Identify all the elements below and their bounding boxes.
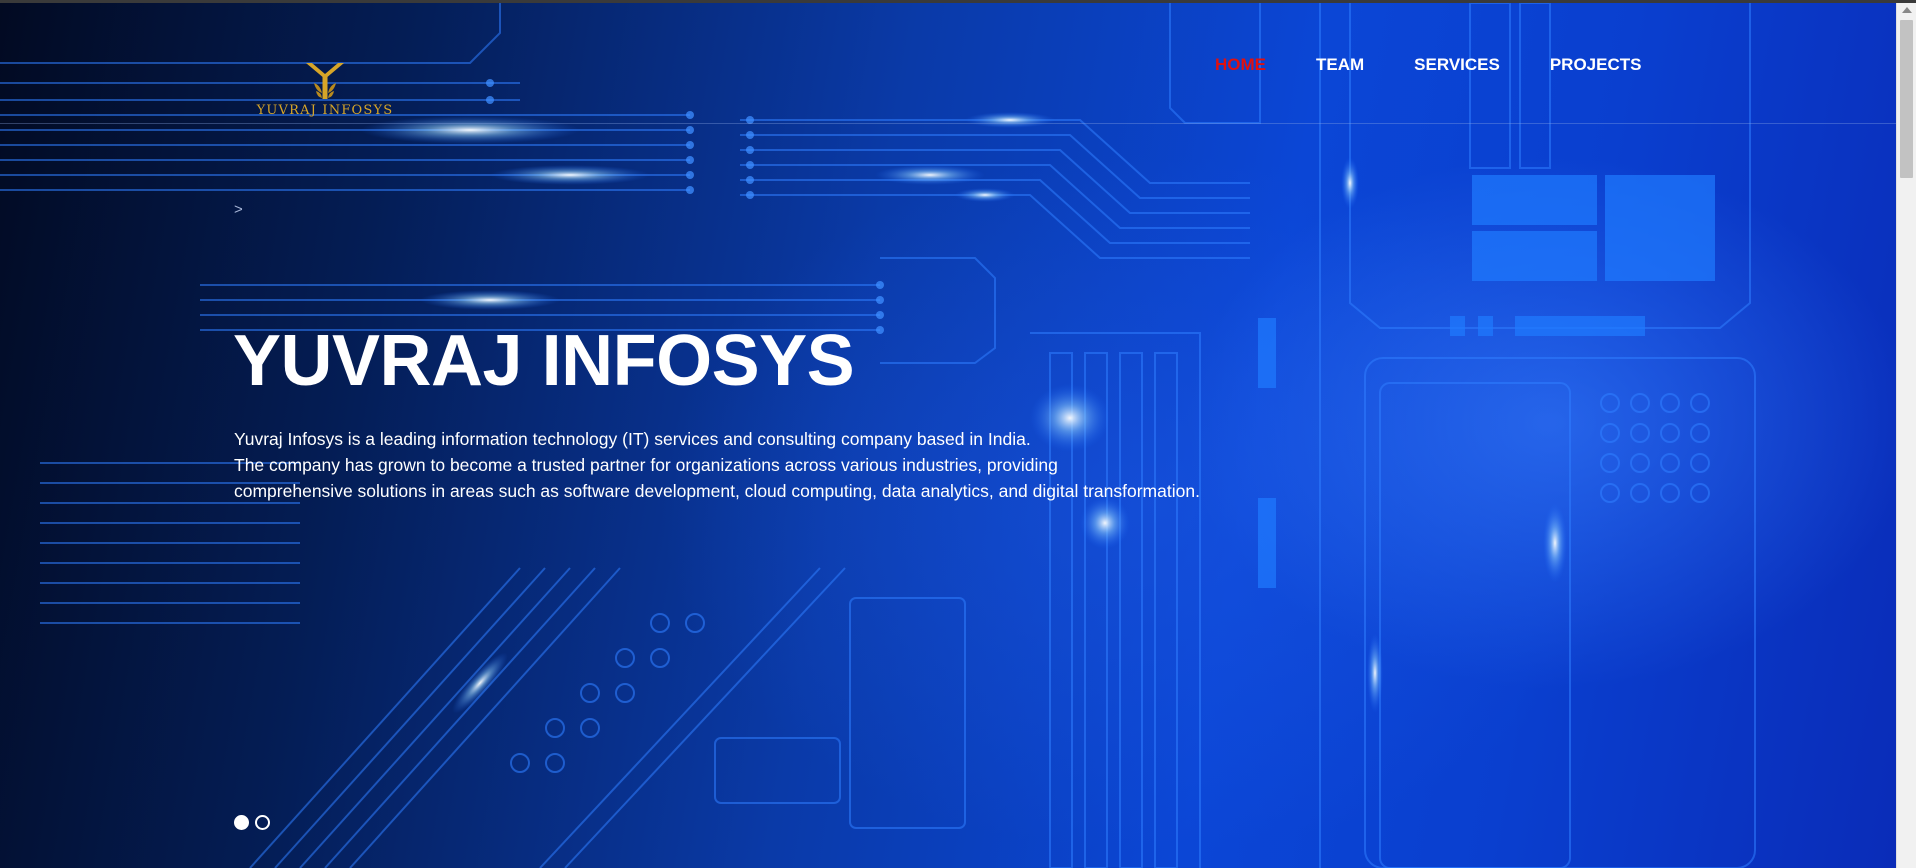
y-emblem-icon — [306, 63, 344, 99]
nav-projects[interactable]: PROJECTS — [1550, 55, 1642, 75]
brand-logo[interactable]: YUVRAJ INFOSYS — [255, 61, 395, 125]
hero-description-line: The company has grown to become a truste… — [234, 455, 1058, 475]
hero-description-line: Yuvraj Infosys is a leading information … — [234, 429, 1031, 449]
nav-home[interactable]: HOME — [1215, 55, 1266, 75]
page-scrollbar[interactable] — [1896, 3, 1916, 868]
carousel-dot-1[interactable] — [234, 815, 249, 830]
hero-description-line: comprehensive solutions in areas such as… — [234, 481, 1200, 501]
nav-services[interactable]: SERVICES — [1414, 55, 1500, 75]
carousel-indicators — [234, 815, 270, 830]
carousel-dot-2[interactable] — [255, 815, 270, 830]
hero-banner: YUVRAJ INFOSYS HOME TEAM SERVICES PROJEC… — [0, 3, 1896, 868]
nav-team[interactable]: TEAM — [1316, 55, 1364, 75]
main-nav: HOME TEAM SERVICES PROJECTS — [1215, 55, 1641, 75]
scroll-thumb[interactable] — [1900, 20, 1913, 178]
breadcrumb: > — [234, 201, 243, 218]
brand-name: YUVRAJ INFOSYS — [256, 103, 394, 118]
hero-description: Yuvraj Infosys is a leading information … — [234, 426, 1334, 504]
hero-title: YUVRAJ INFOSYS — [233, 321, 855, 401]
scroll-up-arrow-icon[interactable] — [1902, 7, 1912, 13]
browser-top-edge — [0, 0, 1916, 3]
